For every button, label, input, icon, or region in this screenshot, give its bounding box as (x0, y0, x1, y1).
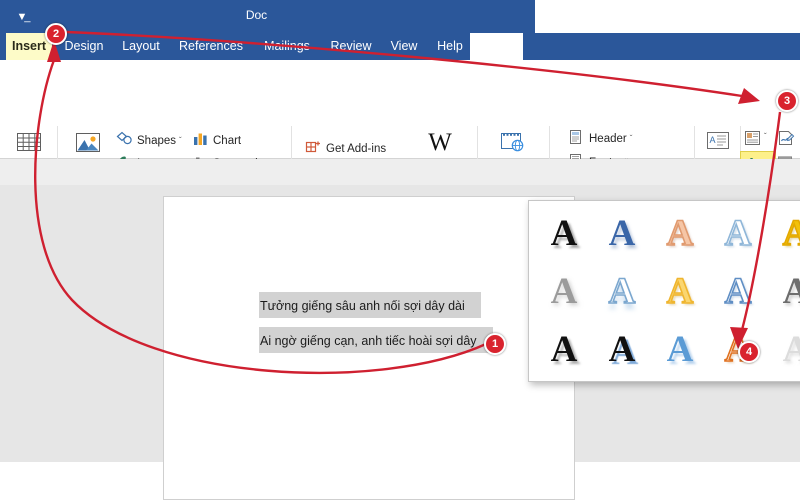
wordart-style-fill-pale-gray[interactable]: A (767, 321, 800, 379)
tab-review[interactable]: Review (324, 33, 378, 60)
wordart-sample-glyph: A (666, 270, 694, 313)
annotation-badge-3: 3 (776, 90, 798, 112)
wordart-sample-glyph: A (724, 212, 752, 255)
annotation-badge-1: 1 (484, 333, 506, 355)
annotation-badge-4: 4 (738, 341, 760, 363)
wordart-sample-glyph: A (608, 270, 636, 313)
wordart-style-outline-steel-blue[interactable]: A (709, 263, 767, 321)
chevron-down-icon[interactable]: ˇ (630, 134, 633, 143)
document-line[interactable]: Tưởng giếng sâu anh nối sợi dây dài (260, 297, 465, 315)
chevron-down-icon[interactable]: ˇ (764, 132, 767, 141)
tab-label: Mailings (264, 39, 310, 53)
tab-label: Insert (11, 39, 47, 53)
header-icon (568, 129, 585, 145)
title-bar: ▼̲ Doc (0, 0, 535, 33)
wordart-style-outline-lightblue[interactable]: A (709, 205, 767, 263)
wordart-sample-glyph: A (608, 213, 636, 254)
shapes-button[interactable]: Shapes ˇ (116, 130, 182, 152)
wordart-sample-glyph: A (550, 213, 578, 254)
wikipedia-w-icon: W (428, 129, 452, 156)
signature-line-button[interactable] (776, 128, 800, 150)
header-button[interactable]: Header ˇ (568, 128, 632, 150)
tab-label: View (390, 39, 418, 53)
wordart-style-fill-black-shadow[interactable]: A (535, 205, 593, 263)
header-button-label: Header (589, 133, 627, 145)
tab-label: Design (64, 39, 104, 53)
wordart-sample-glyph: A (666, 212, 694, 255)
signature-line-icon (777, 130, 795, 152)
wordart-sample-glyph: A (550, 271, 578, 312)
chart-button-label: Chart (213, 135, 242, 147)
tab-references[interactable]: References (172, 33, 250, 60)
chart-icon (192, 131, 209, 147)
wordart-style-fill-gold-shadow[interactable]: A (767, 205, 800, 263)
get-addins-button-label: Get Add-ins (326, 143, 387, 155)
tab-label: References (179, 39, 243, 53)
document-line[interactable]: Ai ngờ giếng cạn, anh tiếc hoài sợi dây (260, 332, 477, 350)
wordart-sample-glyph: A (724, 270, 752, 313)
svg-text:A: A (709, 135, 715, 145)
wordart-sample-glyph: A (608, 329, 636, 370)
picture-icon (60, 128, 116, 160)
wordart-style-outline-peach-fill[interactable]: A (651, 205, 709, 263)
wordart-style-gradient-blue-reflect[interactable]: A (593, 263, 651, 321)
annotation-badge-2: 2 (45, 23, 67, 45)
wordart-style-fill-amber-outline[interactable]: A (651, 263, 709, 321)
chevron-down-icon[interactable]: ˇ (179, 136, 182, 145)
tab-label: Help (437, 39, 463, 53)
ruler-band: 1 1 2 5 6 7 (0, 159, 800, 342)
wordart-style-fill-gray-soft[interactable]: A (535, 263, 593, 321)
wordart-style-fill-blue-light-shadow[interactable]: A (651, 321, 709, 379)
tab-layout[interactable]: Layout (116, 33, 166, 60)
wordart-style-fill-dark-gray[interactable]: A (767, 263, 800, 321)
tab-mailings[interactable]: Mailings (256, 33, 318, 60)
wordart-style-fill-black-blue-shadow[interactable]: A (593, 321, 651, 379)
wordart-sample-glyph: A (666, 329, 694, 370)
quick-parts-button[interactable]: ˇ (742, 128, 774, 150)
document-page[interactable]: Tưởng giếng sâu anh nối sợi dây dài Ai n… (163, 196, 575, 500)
wordart-sample-glyph: A (782, 329, 800, 370)
tab-label: Layout (122, 39, 160, 53)
get-addins-button[interactable]: Get Add-ins (305, 138, 386, 160)
tab-label: Review (330, 39, 372, 53)
text-box-icon: A (696, 128, 740, 160)
table-icon (6, 128, 52, 160)
wordart-style-fill-black-bevel[interactable]: A (535, 321, 593, 379)
ribbon: Table ˇ Tables Pictures ˇ Shapesˇ (0, 60, 800, 214)
tab-view[interactable]: View (384, 33, 424, 60)
shapes-button-label: Shapes (137, 135, 177, 147)
chart-button[interactable]: Chart (192, 130, 241, 152)
document-title: Doc (245, 8, 268, 22)
tab-help[interactable]: Help (430, 33, 470, 60)
quick-parts-icon (744, 130, 761, 152)
wordart-style-fill-blue-shadow[interactable]: A (593, 205, 651, 263)
online-video-icon (484, 128, 540, 160)
shapes-icon (116, 131, 133, 147)
store-icon (305, 139, 322, 155)
wordart-sample-glyph: A (782, 271, 800, 312)
wordart-sample-glyph: A (550, 329, 578, 370)
wordart-sample-glyph: A (782, 212, 800, 255)
tell-me-lightbulb-icon[interactable] (474, 33, 498, 60)
